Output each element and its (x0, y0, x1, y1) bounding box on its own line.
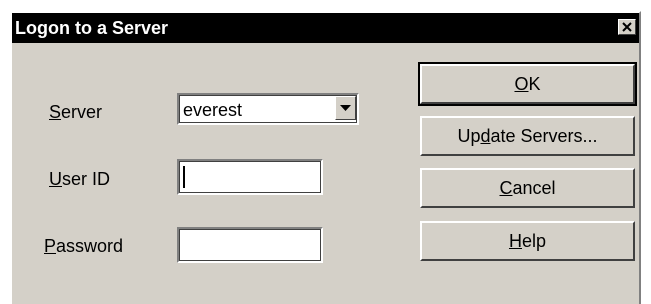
userid-label-mnemonic: U (49, 169, 62, 189)
close-icon (622, 22, 632, 32)
update-servers-mnemonic: d (480, 126, 491, 146)
logon-dialog: Logon to a Server Server everest User ID… (10, 11, 641, 304)
ok-button-label: K (528, 74, 541, 94)
help-button-label: elp (521, 231, 547, 251)
server-dropdown-button[interactable] (335, 96, 356, 120)
userid-label-text: ser ID (62, 169, 111, 189)
text-caret (183, 166, 185, 188)
ok-button-mnemonic: O (514, 74, 529, 94)
cancel-button-label: ancel (512, 178, 556, 198)
password-field[interactable] (177, 227, 323, 263)
title-bar[interactable]: Logon to a Server (12, 13, 639, 43)
cancel-button-mnemonic: C (499, 178, 513, 198)
chevron-down-icon (340, 105, 351, 111)
server-label: Server (49, 101, 102, 123)
server-label-mnemonic: S (49, 102, 62, 122)
userid-label: User ID (49, 168, 110, 190)
update-servers-label-rest: ate Servers... (490, 126, 598, 146)
help-button[interactable]: Help (420, 221, 635, 261)
help-button-mnemonic: H (508, 231, 522, 251)
ok-button[interactable]: OK (418, 62, 637, 106)
update-servers-label-pre: Up (457, 126, 481, 146)
update-servers-button[interactable]: Update Servers... (420, 116, 635, 156)
userid-field[interactable] (177, 159, 323, 195)
cancel-button[interactable]: Cancel (420, 168, 635, 208)
server-select-value: everest (183, 100, 243, 120)
close-button[interactable] (618, 19, 636, 35)
password-label-text: assword (56, 236, 124, 256)
server-select[interactable]: everest (177, 93, 359, 125)
window-title: Logon to a Server (15, 18, 169, 38)
password-label: Password (44, 235, 123, 257)
server-label-text: erver (61, 102, 103, 122)
password-label-mnemonic: P (44, 236, 57, 256)
